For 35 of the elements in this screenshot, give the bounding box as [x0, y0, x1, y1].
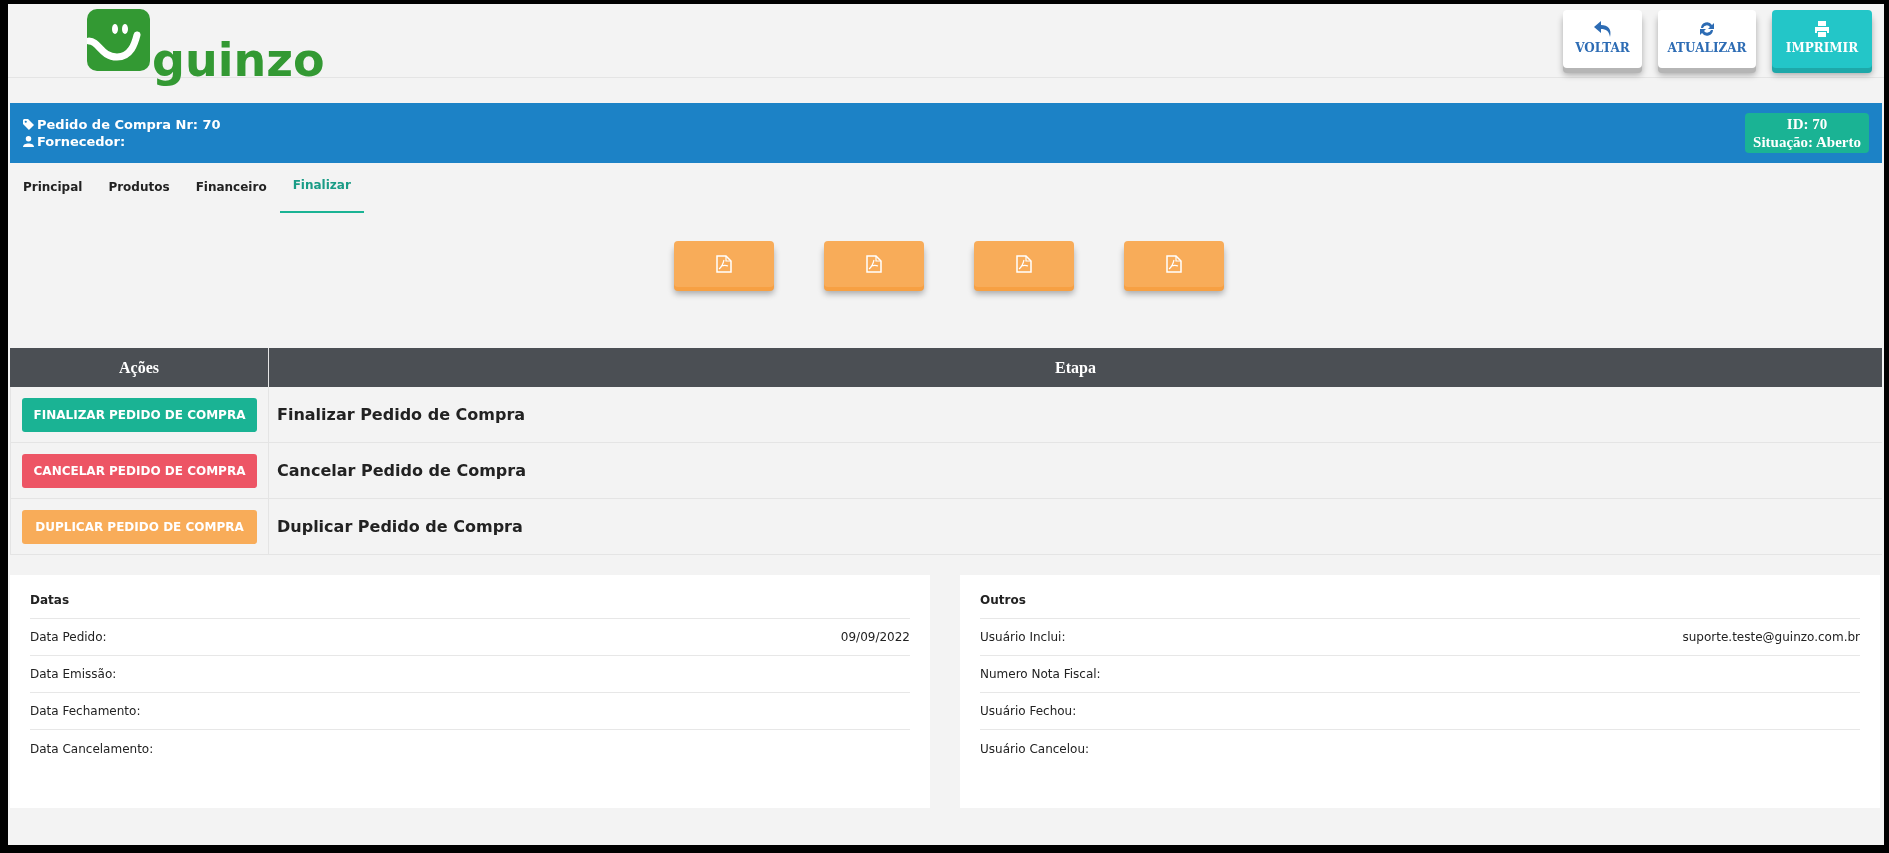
person-icon: [23, 136, 34, 147]
step-text: Cancelar Pedido de Compra: [277, 459, 526, 482]
pdf-file-icon: [1166, 255, 1182, 273]
tab[interactable]: Financeiro: [182, 163, 280, 213]
printer-icon: [1814, 21, 1830, 37]
tab[interactable]: Finalizar: [279, 163, 364, 213]
step-text: Finalizar Pedido de Compra: [277, 403, 526, 426]
field-label: Data Emissão:: [30, 666, 117, 683]
field-value: 09/09/2022: [840, 629, 910, 646]
status-badge: ID: 70 Situação: Aberto: [1745, 113, 1869, 153]
tab[interactable]: Principal: [10, 163, 96, 213]
panel-title: Datas: [30, 591, 910, 619]
field-label: Numero Nota Fiscal:: [980, 666, 1101, 683]
refresh-icon: [1699, 21, 1715, 37]
pdf-file-icon: [716, 255, 732, 273]
field-label: Data Cancelamento:: [30, 740, 154, 758]
action-button[interactable]: CANCELAR PEDIDO DE COMPRA: [22, 453, 257, 488]
pdf-file-icon: [1016, 255, 1032, 273]
pdf-file-icon: [866, 255, 882, 273]
supplier-label: Fornecedor:: [37, 133, 126, 150]
field-value: suporte.teste@guinzo.com.br: [1682, 629, 1860, 646]
back-arrow-icon: [1593, 21, 1612, 37]
tag-icon: [23, 119, 34, 130]
field-label: Usuário Cancelou:: [980, 740, 1090, 758]
panel-title: Outros: [980, 591, 1860, 619]
logo-smile-icon: [87, 9, 150, 71]
field-label: Data Fechamento:: [30, 703, 141, 720]
tab[interactable]: Produtos: [95, 163, 183, 213]
field-label: Usuário Fechou:: [980, 703, 1077, 720]
column-header: Ações: [10, 348, 269, 387]
column-header: Etapa: [1054, 357, 1097, 379]
order-title: Pedido de Compra Nr: 70: [37, 116, 221, 133]
field-label: Data Pedido:: [30, 629, 107, 646]
field-label: Usuário Inclui:: [980, 629, 1066, 646]
step-text: Duplicar Pedido de Compra: [277, 515, 523, 538]
